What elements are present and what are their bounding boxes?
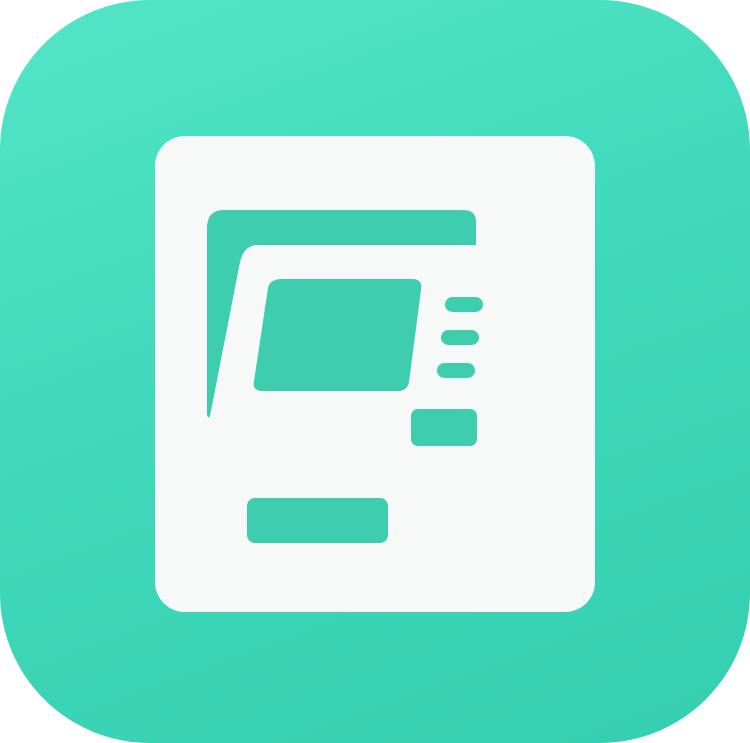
atm-side-button-1 [445,297,483,312]
atm-cash-dispenser [247,498,388,543]
atm-card-slot [411,409,477,446]
atm-side-button-2 [441,330,479,345]
atm-screen [253,279,422,391]
app-icon-background [0,0,750,743]
atm-machine-icon [155,136,595,612]
atm-side-button-3 [437,363,475,378]
